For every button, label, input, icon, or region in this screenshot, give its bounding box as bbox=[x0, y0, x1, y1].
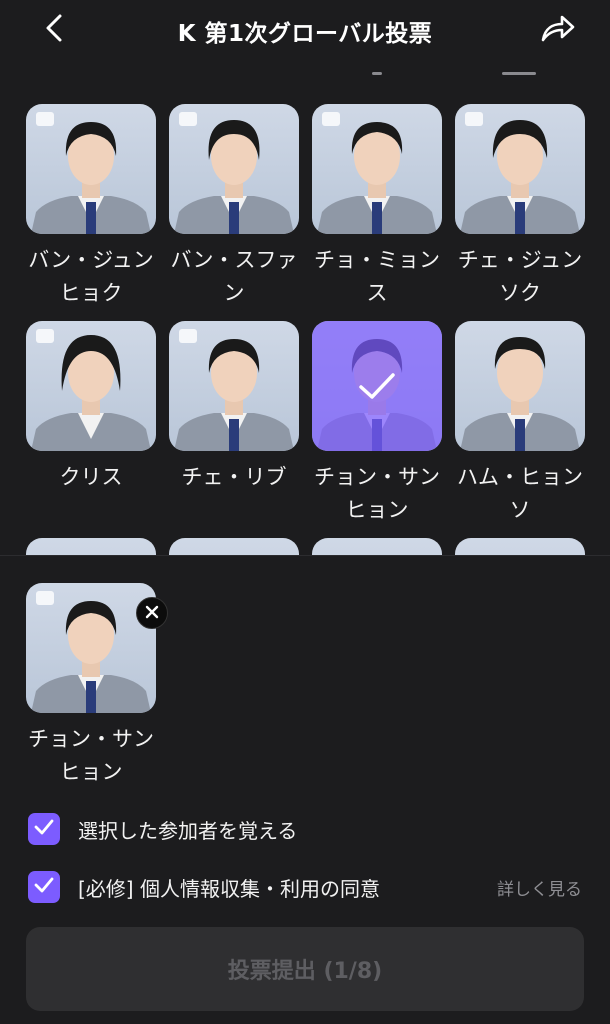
close-icon bbox=[145, 604, 159, 623]
logo-badge bbox=[179, 112, 197, 126]
vote-screen: K 第1次グローバル投票 バン・ジュンヒョク バン・スファン チョ・ミョンス チ… bbox=[0, 0, 610, 1024]
scroll-remnant bbox=[372, 72, 382, 75]
logo-badge bbox=[36, 329, 54, 343]
logo-badge bbox=[36, 112, 54, 126]
logo-badge bbox=[179, 329, 197, 343]
remember-row: 選択した参加者を覚える bbox=[28, 811, 582, 847]
participant-grid: バン・ジュンヒョク バン・スファン チョ・ミョンス チェ・ジュンソク クリス チ… bbox=[0, 58, 610, 555]
participant-photo bbox=[26, 538, 156, 555]
participant-name: チェ・ジュンソク bbox=[457, 248, 583, 305]
consent-row: [必修] 個人情報収集・利用の同意 詳しく見る bbox=[28, 869, 582, 905]
participant-name: チェ・リブ bbox=[181, 465, 287, 489]
checkmark-icon bbox=[34, 877, 54, 897]
participant-photo bbox=[26, 583, 156, 713]
selected-overlay bbox=[312, 321, 442, 451]
participant-card-selected[interactable]: チョン・サンヒョン bbox=[312, 321, 442, 527]
header-bar: K 第1次グローバル投票 bbox=[0, 0, 610, 58]
participant-photo bbox=[312, 321, 442, 451]
participant-photo bbox=[312, 538, 442, 555]
participant-card[interactable]: クリス bbox=[26, 321, 156, 494]
submit-vote-button[interactable]: 投票提出 (1/8) bbox=[26, 927, 584, 1011]
logo-badge bbox=[322, 112, 340, 126]
participant-card[interactable]: チェ・リブ bbox=[169, 321, 299, 494]
selection-sheet: チョン・サンヒョン 選択した参加者を覚える [必修] 個人情報収集・利用の同意 … bbox=[0, 555, 610, 1024]
checkmark-icon bbox=[357, 371, 397, 401]
selected-participant: チョン・サンヒョン bbox=[26, 583, 168, 789]
participant-photo bbox=[26, 104, 156, 234]
participant-card[interactable] bbox=[455, 538, 585, 555]
participant-card[interactable] bbox=[169, 538, 299, 555]
share-arrow-icon bbox=[540, 13, 576, 47]
participant-name: チョン・サンヒョン bbox=[314, 465, 440, 522]
remove-selection-button[interactable] bbox=[136, 597, 168, 629]
participant-name: バン・ジュンヒョク bbox=[28, 248, 154, 305]
participant-name: チョ・ミョンス bbox=[314, 248, 440, 305]
participant-photo bbox=[169, 538, 299, 555]
participant-card[interactable]: バン・ジュンヒョク bbox=[26, 104, 156, 310]
details-link[interactable]: 詳しく見る bbox=[497, 875, 582, 900]
logo-badge bbox=[465, 112, 483, 126]
participant-name: バン・スファン bbox=[170, 248, 298, 305]
participant-photo bbox=[455, 104, 585, 234]
participant-card[interactable] bbox=[312, 538, 442, 555]
share-button[interactable] bbox=[534, 8, 582, 52]
participant-card[interactable] bbox=[26, 538, 156, 555]
participant-card[interactable]: チョ・ミョンス bbox=[312, 104, 442, 310]
participant-name: ハム・ヒョンソ bbox=[457, 465, 583, 522]
participant-photo bbox=[169, 104, 299, 234]
consent-checkbox[interactable] bbox=[28, 871, 60, 903]
participant-card[interactable]: バン・スファン bbox=[169, 104, 299, 310]
consent-label: [必修] 個人情報収集・利用の同意 bbox=[78, 876, 380, 901]
participant-photo bbox=[312, 104, 442, 234]
selected-participant-name: チョン・サンヒョン bbox=[28, 727, 154, 784]
participant-card[interactable]: ハム・ヒョンソ bbox=[455, 321, 585, 527]
checkmark-icon bbox=[34, 819, 54, 839]
participant-card[interactable]: チェ・ジュンソク bbox=[455, 104, 585, 310]
participant-photo bbox=[26, 321, 156, 451]
participant-photo bbox=[169, 321, 299, 451]
participant-photo bbox=[455, 538, 585, 555]
scroll-remnant bbox=[502, 72, 536, 75]
participant-photo bbox=[455, 321, 585, 451]
page-title: K 第1次グローバル投票 bbox=[177, 21, 433, 47]
remember-label: 選択した参加者を覚える bbox=[78, 818, 298, 843]
logo-badge bbox=[36, 591, 54, 605]
participant-name: クリス bbox=[59, 465, 123, 489]
remember-checkbox[interactable] bbox=[28, 813, 60, 845]
portrait-image bbox=[460, 337, 580, 451]
